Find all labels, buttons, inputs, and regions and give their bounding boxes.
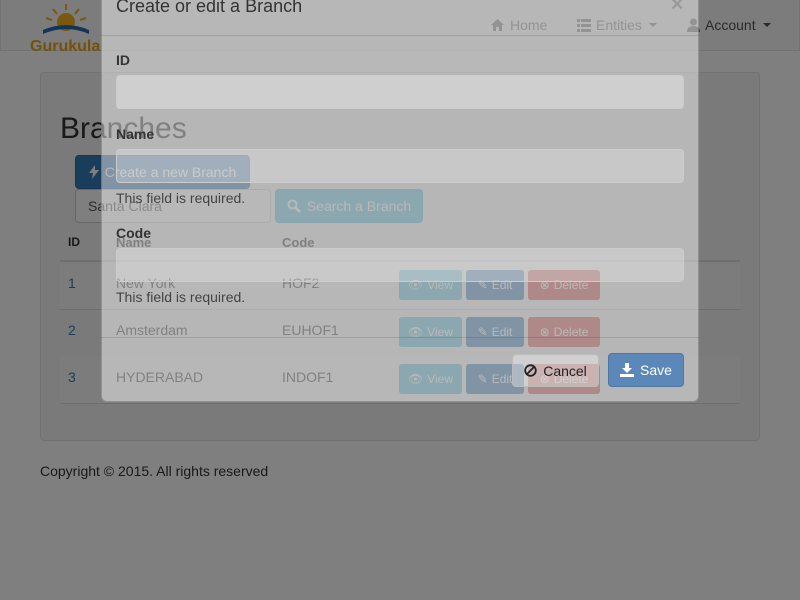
download-icon	[620, 363, 635, 377]
save-label: Save	[640, 362, 672, 378]
modal-title: Create or edit a Branch	[116, 0, 303, 16]
code-label: Code	[116, 225, 151, 241]
cancel-button[interactable]: Cancel	[512, 354, 599, 387]
cancel-label: Cancel	[543, 362, 587, 379]
name-label: Name	[116, 126, 155, 142]
ban-icon	[524, 364, 537, 377]
close-icon[interactable]: ×	[671, 0, 683, 17]
code-field[interactable]	[116, 248, 684, 282]
id-field[interactable]	[116, 75, 684, 109]
modal-header-divider	[101, 35, 699, 36]
modal-footer-divider	[101, 337, 699, 338]
save-button[interactable]: Save	[608, 353, 684, 387]
code-error-text: This field is required.	[116, 289, 246, 305]
id-label: ID	[116, 52, 130, 68]
name-field[interactable]	[116, 149, 684, 183]
name-error-text: This field is required.	[116, 190, 246, 206]
